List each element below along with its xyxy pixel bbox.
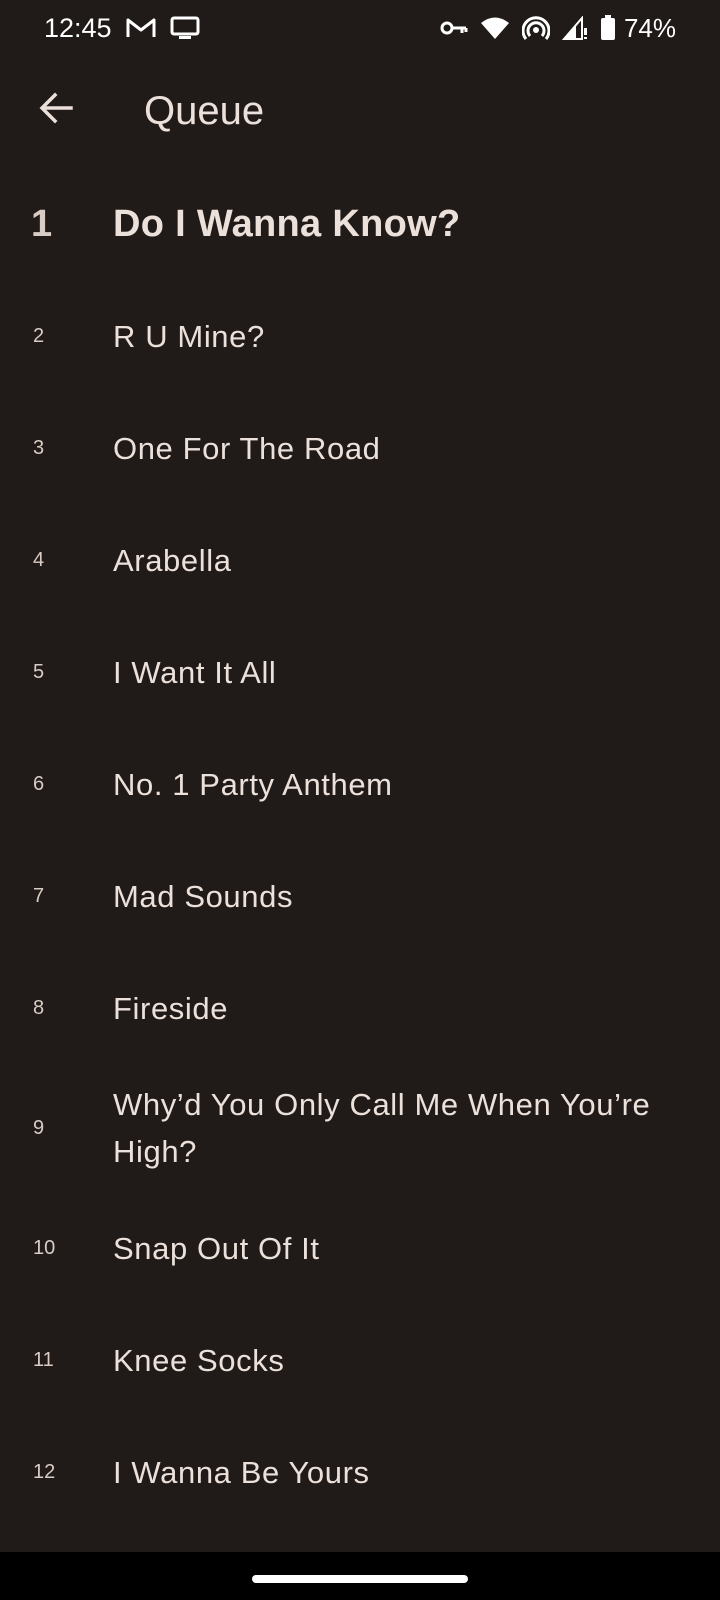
track-number: 7	[33, 884, 45, 907]
queue-item[interactable]: 8 Fireside	[0, 952, 720, 1064]
queue-list: 1 Do I Wanna Know? 2 R U Mine? 3 One For…	[0, 168, 720, 1528]
track-title: Fireside	[113, 990, 229, 1026]
signal-icon	[561, 16, 588, 40]
hotspot-icon	[521, 15, 550, 41]
queue-item[interactable]: 9 Why’d You Only Call Me When You’re Hig…	[0, 1064, 720, 1192]
track-number: 3	[33, 436, 45, 459]
battery-icon	[600, 15, 616, 41]
arrow-back-icon	[38, 90, 74, 131]
track-title: Knee Socks	[113, 1342, 285, 1378]
page-title: Queue	[144, 89, 265, 133]
track-title: I Want It All	[113, 654, 277, 690]
track-number: 8	[33, 996, 45, 1019]
queue-item[interactable]: 7 Mad Sounds	[0, 840, 720, 952]
track-title: I Wanna Be Yours	[113, 1454, 370, 1490]
track-title: Snap Out Of It	[113, 1230, 320, 1266]
track-title: No. 1 Party Anthem	[113, 766, 393, 802]
battery-percent: 74%	[623, 12, 676, 43]
track-number: 11	[33, 1348, 54, 1371]
track-title: Arabella	[113, 542, 232, 578]
queue-item[interactable]: 2 R U Mine?	[0, 280, 720, 392]
queue-item[interactable]: 6 No. 1 Party Anthem	[0, 728, 720, 840]
wifi-icon	[480, 16, 510, 40]
queue-item[interactable]: 4 Arabella	[0, 504, 720, 616]
track-title: Why’d You Only Call Me When You’re High?	[113, 1087, 651, 1169]
status-bar: 12:45 74%	[0, 0, 720, 56]
track-number: 6	[33, 772, 45, 795]
vpn-key-icon	[440, 18, 468, 38]
track-title: Mad Sounds	[113, 878, 294, 914]
track-title: R U Mine?	[113, 318, 265, 354]
queue-item[interactable]: 11 Knee Socks	[0, 1304, 720, 1416]
queue-item-current[interactable]: 1 Do I Wanna Know?	[0, 168, 720, 280]
track-number: 10	[33, 1236, 56, 1259]
track-title: Do I Wanna Know?	[113, 202, 461, 245]
queue-item[interactable]: 5 I Want It All	[0, 616, 720, 728]
track-number: 5	[33, 660, 45, 683]
status-right: 74%	[440, 13, 676, 44]
app-bar: Queue	[0, 56, 720, 168]
track-number: 1	[31, 202, 53, 245]
gmail-icon	[126, 17, 156, 39]
back-button[interactable]	[28, 82, 84, 138]
status-time: 12:45	[44, 12, 112, 43]
cast-screen-icon	[170, 16, 200, 40]
track-number: 2	[33, 324, 45, 347]
track-number: 4	[33, 548, 45, 571]
track-title: One For The Road	[113, 430, 381, 466]
home-indicator[interactable]	[252, 1575, 468, 1583]
status-left: 12:45	[44, 13, 200, 44]
track-number: 9	[33, 1116, 45, 1139]
track-number: 12	[33, 1460, 56, 1483]
navigation-bar	[0, 1552, 720, 1600]
queue-item[interactable]: 12 I Wanna Be Yours	[0, 1416, 720, 1528]
queue-item[interactable]: 3 One For The Road	[0, 392, 720, 504]
queue-item[interactable]: 10 Snap Out Of It	[0, 1192, 720, 1304]
